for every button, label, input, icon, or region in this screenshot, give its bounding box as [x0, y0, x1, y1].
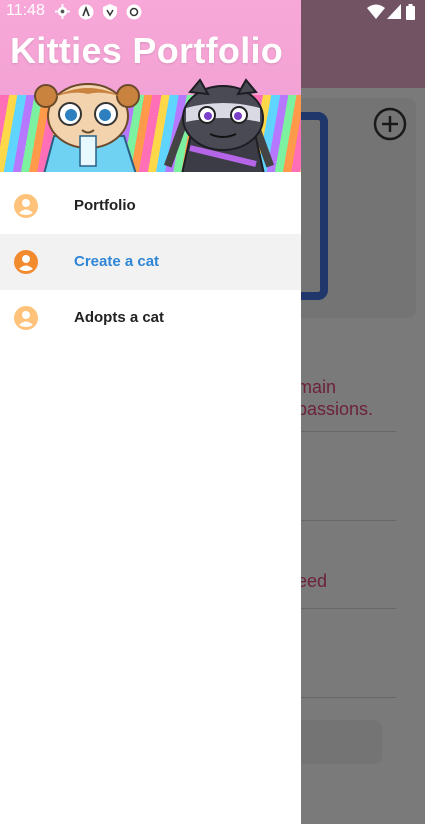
- menu-item-label: Adopts a cat: [74, 309, 165, 326]
- navigation-drawer: Kitties Portfolio Portfolio Create a cat: [0, 0, 301, 824]
- menu-item-adopts-a-cat[interactable]: Adopts a cat: [0, 290, 301, 346]
- account-icon: [14, 194, 38, 218]
- at-icon: [126, 4, 142, 20]
- account-icon: [14, 306, 38, 330]
- drawer-menu: Portfolio Create a cat Adopts a cat: [0, 178, 301, 346]
- status-time: 11:48: [6, 2, 45, 19]
- cat-illustration-left: [34, 83, 140, 172]
- menu-item-label: Portfolio: [74, 197, 136, 214]
- battery-icon: [406, 4, 415, 20]
- drawer-header: Kitties Portfolio: [0, 0, 301, 172]
- shield-icon: [103, 4, 117, 20]
- status-bar: 11:48: [0, 0, 425, 24]
- account-icon: [14, 250, 38, 274]
- gear-icon: [55, 4, 70, 19]
- menu-item-label: Create a cat: [74, 253, 160, 270]
- drawer-title: Kitties Portfolio: [10, 30, 284, 71]
- wifi-icon: [367, 4, 385, 19]
- menu-item-create-a-cat[interactable]: Create a cat: [0, 234, 301, 290]
- cat-illustration-right: [163, 78, 275, 172]
- menu-item-portfolio[interactable]: Portfolio: [0, 178, 301, 234]
- signal-icon: [387, 4, 401, 19]
- a-icon: [78, 4, 94, 20]
